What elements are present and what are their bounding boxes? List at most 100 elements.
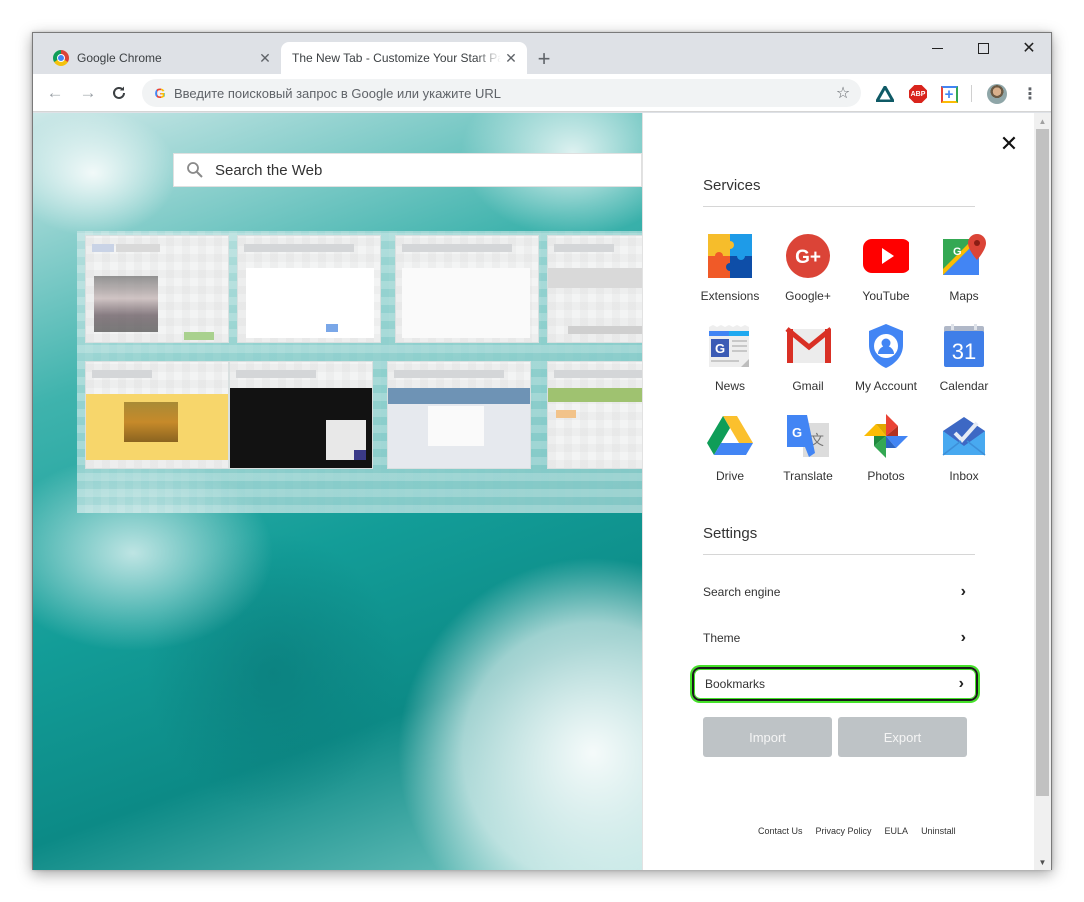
chrome-menu-button[interactable]: ⋮ — [1020, 84, 1040, 104]
service-translate[interactable]: 文G Translate — [769, 413, 847, 503]
search-icon — [187, 162, 203, 178]
youtube-icon — [863, 233, 911, 279]
page-content: ✕ Services Extensions G+ Google+ — [33, 113, 1051, 870]
photos-icon — [863, 413, 909, 459]
extensions-icon — [707, 233, 753, 279]
google-plus-icon: G+ — [785, 233, 831, 279]
services-divider — [703, 206, 975, 207]
plus-extension-icon[interactable]: + — [939, 84, 959, 104]
svg-text:G: G — [715, 341, 725, 356]
forward-button[interactable]: → — [75, 80, 101, 106]
settings-divider — [703, 554, 975, 555]
maximize-icon — [977, 42, 989, 54]
contact-us-link[interactable]: Contact Us — [758, 826, 803, 836]
chevron-right-icon: › — [960, 629, 966, 646]
svg-text:G+: G+ — [795, 247, 821, 268]
gmail-icon — [785, 323, 833, 369]
privacy-policy-link[interactable]: Privacy Policy — [816, 826, 872, 836]
profile-avatar[interactable] — [987, 84, 1007, 104]
maximize-button[interactable] — [960, 33, 1006, 63]
import-button[interactable]: Import — [703, 717, 832, 757]
plus-glyph: + — [940, 85, 958, 103]
abp-badge: ABP — [909, 85, 927, 103]
setting-bookmarks[interactable]: Bookmarks › — [692, 667, 978, 701]
news-icon: G — [707, 323, 753, 369]
minimize-button[interactable] — [914, 33, 960, 63]
footer-links: Contact Us Privacy Policy EULA Uninstall — [758, 826, 956, 836]
web-search-box[interactable] — [173, 153, 642, 187]
my-account-icon — [863, 323, 909, 369]
service-maps[interactable]: G Maps — [925, 233, 1003, 323]
reload-button[interactable] — [106, 80, 132, 106]
close-window-button[interactable]: ✕ — [1006, 33, 1052, 63]
service-calendar[interactable]: 31 Calendar — [925, 323, 1003, 413]
web-search-input[interactable] — [215, 161, 641, 179]
close-tab-button[interactable]: ✕ — [501, 48, 521, 68]
speed-dial-tile[interactable] — [85, 235, 229, 343]
scroll-down-arrow[interactable]: ▼ — [1034, 854, 1051, 870]
setting-theme[interactable]: Theme › — [692, 621, 978, 655]
tab-google-chrome[interactable]: Google Chrome ✕ — [41, 42, 281, 74]
service-gmail[interactable]: Gmail — [769, 323, 847, 413]
adblock-plus-icon[interactable]: ABP — [908, 84, 928, 104]
toolbar: ← → G ☆ ABP + ⋮ — [33, 74, 1051, 112]
service-drive[interactable]: Drive — [691, 413, 769, 503]
minimize-icon — [931, 47, 943, 49]
service-youtube[interactable]: YouTube — [847, 233, 925, 323]
tab-title: Google Chrome — [77, 51, 162, 65]
speed-dial-tile[interactable] — [387, 361, 531, 469]
export-button[interactable]: Export — [838, 717, 967, 757]
customize-panel: ✕ Services Extensions G+ Google+ YouTube… — [642, 113, 1034, 870]
back-button[interactable]: ← — [42, 80, 68, 106]
tab-new-tab[interactable]: The New Tab - Customize Your Start Page … — [281, 42, 527, 74]
service-label: Extensions — [700, 289, 760, 303]
service-label: Photos — [867, 469, 905, 483]
setting-label: Bookmarks — [705, 677, 766, 691]
speed-dial-tile[interactable] — [85, 361, 229, 469]
address-bar[interactable]: G ☆ — [142, 79, 861, 107]
vertical-scrollbar[interactable]: ▲ ▼ — [1034, 113, 1051, 870]
translate-icon: 文G — [785, 413, 831, 459]
services-heading: Services — [703, 177, 761, 194]
svg-text:31: 31 — [952, 339, 976, 364]
svg-text:G: G — [792, 425, 802, 440]
url-input[interactable] — [174, 85, 829, 101]
service-label: Drive — [715, 469, 744, 483]
service-news[interactable]: G News — [691, 323, 769, 413]
close-tab-button[interactable]: ✕ — [255, 48, 275, 68]
uninstall-link[interactable]: Uninstall — [921, 826, 956, 836]
chevron-right-icon: › — [960, 583, 966, 600]
speed-dial-tile[interactable] — [395, 235, 539, 343]
setting-label: Search engine — [703, 585, 781, 599]
service-label: News — [714, 379, 745, 393]
tab-strip: Google Chrome ✕ The New Tab - Customize … — [33, 33, 1051, 74]
service-label: YouTube — [862, 289, 910, 303]
calendar-icon: 31 — [941, 323, 987, 369]
speed-dial-tile[interactable] — [229, 361, 373, 469]
service-label: My Account — [854, 379, 918, 393]
close-panel-button[interactable]: ✕ — [998, 131, 1020, 156]
arrow-extension-icon[interactable] — [875, 84, 895, 104]
service-inbox[interactable]: Inbox — [925, 413, 1003, 503]
service-label: Maps — [949, 289, 979, 303]
eula-link[interactable]: EULA — [885, 826, 909, 836]
service-google-plus[interactable]: G+ Google+ — [769, 233, 847, 323]
inbox-icon — [941, 413, 987, 459]
close-icon: ✕ — [1022, 40, 1036, 57]
scroll-up-arrow[interactable]: ▲ — [1034, 113, 1051, 129]
setting-label: Theme — [703, 631, 741, 645]
speed-dial-tile[interactable] — [237, 235, 381, 343]
chrome-icon — [53, 50, 69, 66]
bookmark-star-icon[interactable]: ☆ — [829, 83, 857, 103]
setting-search-engine[interactable]: Search engine › — [692, 575, 978, 609]
google-icon: G — [152, 85, 168, 101]
new-tab-button[interactable]: + — [531, 46, 557, 72]
settings-heading: Settings — [703, 525, 758, 542]
service-extensions[interactable]: Extensions — [691, 233, 769, 323]
service-photos[interactable]: Photos — [847, 413, 925, 503]
tab-title: The New Tab - Customize Your Start Page — [292, 51, 501, 65]
chevron-right-icon: › — [958, 675, 964, 692]
service-my-account[interactable]: My Account — [847, 323, 925, 413]
scrollbar-thumb[interactable] — [1036, 129, 1049, 796]
service-label: Google+ — [785, 289, 831, 303]
